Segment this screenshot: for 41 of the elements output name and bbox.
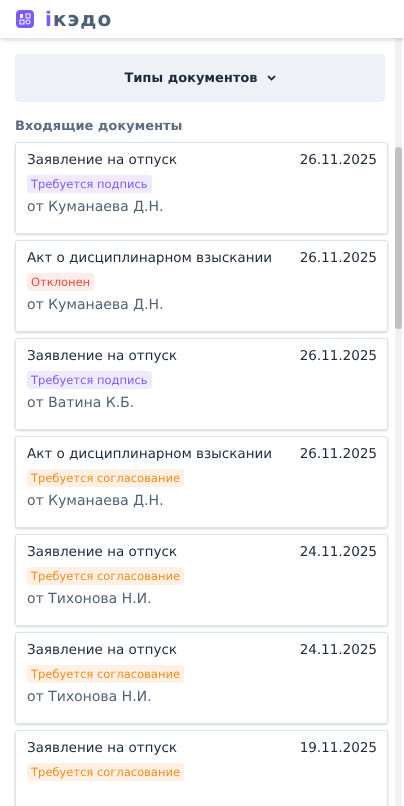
document-sender: от Тихонова Н.И. (27, 689, 153, 705)
status-tag: Требуется согласование (27, 665, 184, 683)
document-date: 26.11.2025 (300, 348, 377, 364)
status-tag: Требуется подпись (27, 371, 152, 389)
document-title: Заявление на отпуск (27, 544, 178, 560)
document-card[interactable]: Заявление на отпуск 26.11.2025 Требуется подпись от Куманаева Д.Н. (15, 142, 388, 234)
document-sender: от Куманаева Д.Н. (27, 493, 165, 509)
chevron-down-icon (266, 75, 276, 81)
document-card[interactable]: Заявление на отпуск 24.11.2025 Требуется согласование от Тихонова Н.И. (15, 534, 388, 626)
document-card[interactable]: Акт о дисциплинарном взыскании 26.11.2025 Требуется согласование от Куманаева Д.Н. (15, 436, 388, 528)
document-card[interactable]: Акт о дисциплинарном взыскании 26.11.2025 Отклонен от Куманаева Д.Н. (15, 240, 388, 332)
document-date: 26.11.2025 (300, 446, 377, 462)
document-title: Акт о дисциплинарном взыскании (27, 250, 272, 266)
document-title: Акт о дисциплинарном взыскании (27, 446, 272, 462)
document-types-dropdown[interactable]: Типы документов (15, 54, 385, 102)
document-sender: от Ватина К.Б. (27, 395, 136, 411)
document-sender: от Куманаева Д.Н. (27, 297, 165, 313)
document-title: Заявление на отпуск (27, 642, 178, 658)
logo-icon (16, 10, 34, 28)
status-tag: Требуется согласование (27, 469, 184, 487)
scrollbar[interactable] (395, 38, 402, 806)
logo-wordmark[interactable]: ікэдо (45, 9, 112, 29)
document-date: 19.11.2025 (300, 740, 377, 756)
section-title: Входящие документы (15, 118, 184, 136)
document-card[interactable]: Заявление на отпуск 24.11.2025 Требуется согласование от Тихонова Н.И. (15, 632, 388, 724)
document-title: Заявление на отпуск (27, 348, 178, 364)
document-card[interactable]: Заявление на отпуск 19.11.2025 Требуется согласование (15, 730, 388, 806)
document-title: Заявление на отпуск (27, 740, 178, 756)
document-date: 26.11.2025 (300, 250, 377, 266)
document-title: Заявление на отпуск (27, 152, 178, 168)
document-sender: от Куманаева Д.Н. (27, 199, 165, 215)
status-tag: Требуется подпись (27, 175, 152, 193)
document-date: 24.11.2025 (300, 642, 377, 658)
status-tag: Отклонен (27, 273, 94, 291)
scrollbar-thumb[interactable] (395, 147, 402, 329)
document-date: 26.11.2025 (300, 152, 377, 168)
status-tag: Требуется согласование (27, 763, 184, 781)
document-sender: от Тихонова Н.И. (27, 591, 153, 607)
document-card[interactable]: Заявление на отпуск 26.11.2025 Требуется подпись от Ватина К.Б. (15, 338, 388, 430)
document-date: 24.11.2025 (300, 544, 377, 560)
status-tag: Требуется согласование (27, 567, 184, 585)
